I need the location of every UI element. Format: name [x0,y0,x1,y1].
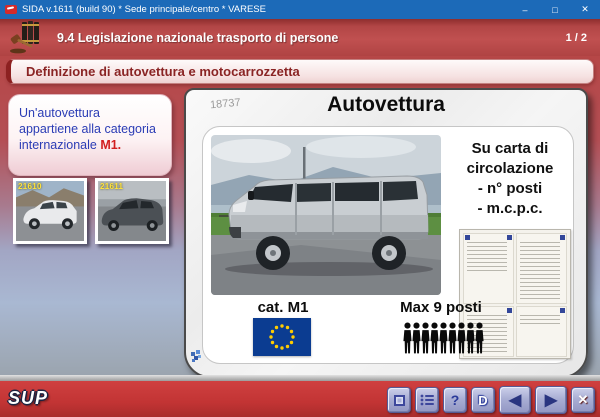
sup-logo: SUP [8,388,48,409]
sidebar-note: Un'autovettura appartiene alla categoria… [8,94,172,176]
prev-arrow-icon: ◀ [509,390,521,410]
d-letter-icon: D [478,393,487,408]
thumbnail-car-gray[interactable]: 21611 [95,178,169,244]
help-icon: ? [451,392,460,408]
window-title: SIDA v.1611 (build 90) * Sede principale… [22,4,266,15]
content-stage: Definizione di autovettura e motocarrozz… [0,56,600,381]
exit-button[interactable]: ✕ [571,387,595,413]
slide-subtitle-bar: Definizione di autovettura e motocarrozz… [6,59,594,84]
window-controls: – □ ✕ [510,0,600,19]
lesson-header: 9.4 Legislazione nazionale trasporto di … [0,19,600,56]
next-arrow-icon: ▶ [545,390,557,410]
index-button[interactable] [415,387,439,413]
seat-silhouettes [355,319,531,359]
doc-quadrant [463,233,514,304]
title-bar: SIDA v.1611 (build 90) * Sede principale… [0,0,600,19]
note-text: Un'autovettura appartiene alla categoria… [19,106,156,152]
thumbnail-number: 21611 [100,182,123,191]
lesson-title: 9.4 Legislazione nazionale trasporto di … [57,19,338,56]
close-window-icon[interactable]: ✕ [570,0,600,19]
list-icon [420,394,434,406]
help-button[interactable]: ? [443,387,467,413]
slide-title: Autovettura [186,93,586,117]
slide-panel: 18737 Autovettura [184,88,588,378]
info-line: - n° posti [447,179,573,199]
page-indicator: 1 / 2 [566,19,587,56]
thumbnail-number: 21610 [18,182,42,191]
person-silhouette-icon [474,319,485,357]
panel-watermark-icon [190,348,203,368]
application-window: SIDA v.1611 (build 90) * Sede principale… [0,0,600,417]
footer-buttons: ? D ◀ ▶ ✕ [387,386,595,414]
footer-bar: SUP ? D ◀ [0,381,600,417]
close-icon: ✕ [578,392,589,408]
definitions-button[interactable]: D [471,387,495,413]
sidebar-thumbnails: 21610 21611 [13,178,169,244]
minimize-icon[interactable]: – [510,0,540,19]
doc-quadrant [516,233,567,304]
info-line: - m.c.p.c. [447,199,573,219]
thumbnail-car-white[interactable]: 21610 [13,178,87,244]
eu-flag-icon [253,318,311,356]
previous-slide-button[interactable]: ◀ [499,386,531,414]
category-label: cat. M1 [221,299,345,316]
info-line: Su carta di [447,139,573,159]
sida-app-icon [5,5,17,14]
stop-button[interactable] [387,387,411,413]
info-line: circolazione [447,159,573,179]
stop-square-icon [394,395,405,406]
minivan-photo [211,135,441,295]
max-seats-label: Max 9 posti [353,299,529,316]
maximize-icon[interactable]: □ [540,0,570,19]
gavel-law-icon [9,20,49,60]
next-slide-button[interactable]: ▶ [535,386,567,414]
slide-content-box: Su carta di circolazione - n° posti - m.… [202,126,574,364]
note-highlight: M1. [100,138,121,152]
registration-info-text: Su carta di circolazione - n° posti - m.… [447,139,573,219]
